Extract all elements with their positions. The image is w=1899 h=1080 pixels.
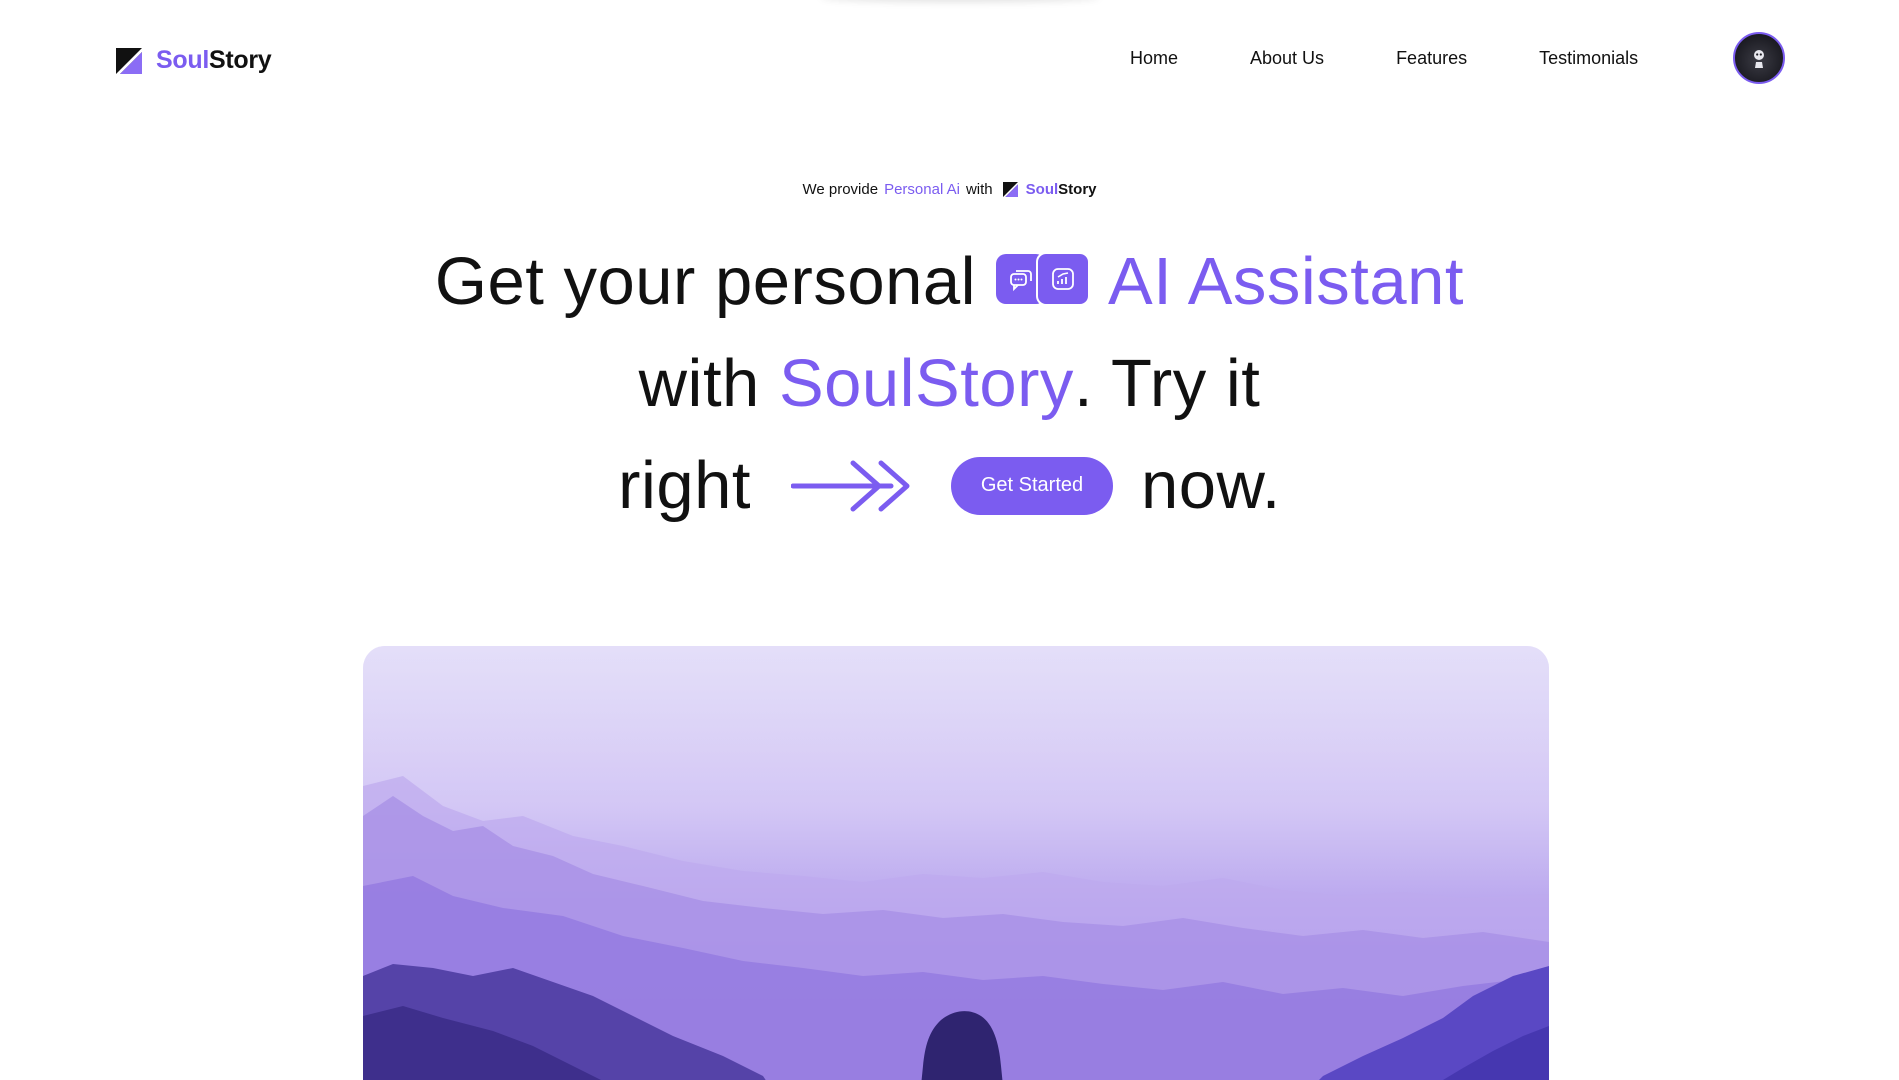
user-avatar-icon xyxy=(1754,50,1764,68)
brand-logo[interactable]: SoulStory xyxy=(116,46,272,75)
double-arrow-right-icon xyxy=(791,460,910,511)
user-avatar[interactable] xyxy=(1733,32,1785,84)
feature-chips xyxy=(996,251,1090,310)
nav-item-home[interactable]: Home xyxy=(1130,48,1178,69)
brand-name-part2: Story xyxy=(208,46,272,74)
eyebrow-brand-part1: Soul xyxy=(1025,181,1059,198)
headline-with: with xyxy=(638,346,760,421)
headline-right: right xyxy=(618,448,751,523)
headline-soulstory: SoulStory xyxy=(778,346,1074,421)
landing-page: SoulStory Home About Us Features Testimo… xyxy=(0,0,1899,1080)
nav-item-testimonials[interactable]: Testimonials xyxy=(1539,48,1638,69)
get-started-button[interactable]: Get Started xyxy=(951,456,1113,515)
nav-item-about-us[interactable]: About Us xyxy=(1250,48,1324,69)
mountain-landscape-illustration xyxy=(363,646,1549,1080)
headline-line-1: Get your personal AI Assistant xyxy=(0,248,1899,315)
site-header: SoulStory Home About Us Features Testimo… xyxy=(0,0,1899,120)
headline-ai-assistant: AI Assistant xyxy=(1108,244,1465,319)
mini-logo-mark-icon xyxy=(1002,182,1018,197)
growth-chart-icon xyxy=(1036,251,1090,306)
headline-now: now. xyxy=(1141,448,1281,523)
eyebrow-suffix: with xyxy=(965,181,993,198)
headline-line1-text: Get your personal xyxy=(434,244,976,319)
logo-mark-icon xyxy=(116,47,142,74)
nav-item-features[interactable]: Features xyxy=(1396,48,1467,69)
headline-line-3: right Get Started now. xyxy=(0,452,1899,519)
hero-eyebrow: We provide Personal Ai with SoulStory xyxy=(0,181,1899,198)
eyebrow-brand-part2: Story xyxy=(1058,181,1097,198)
hero-image xyxy=(363,646,1549,1080)
main-nav: Home About Us Features Testimonials xyxy=(1130,48,1638,69)
eyebrow-highlight: Personal Ai xyxy=(884,181,960,198)
brand-name-part1: Soul xyxy=(156,46,209,74)
eyebrow-brand: SoulStory xyxy=(1002,181,1097,198)
brand-name: SoulStory xyxy=(156,46,272,75)
headline-try-it: . Try it xyxy=(1073,346,1261,421)
headline-line-2: with SoulStory. Try it xyxy=(0,350,1899,417)
eyebrow-prefix: We provide xyxy=(802,181,879,198)
